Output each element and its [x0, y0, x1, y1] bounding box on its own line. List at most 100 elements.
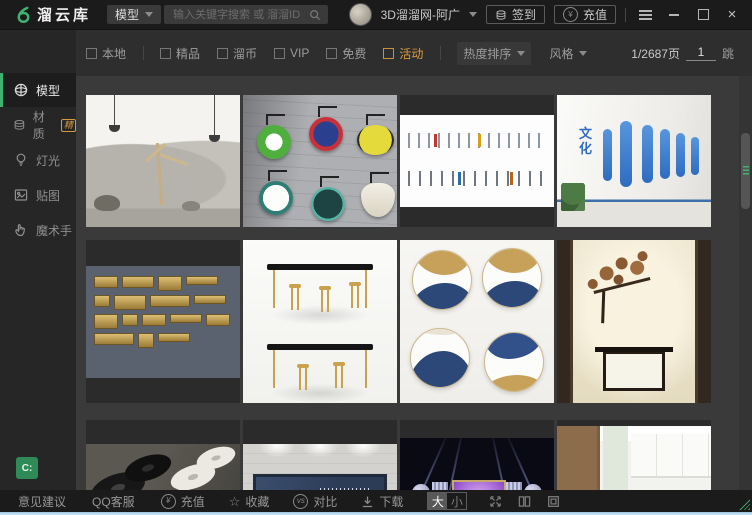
thumbnail-image — [557, 426, 711, 490]
page-jump-button[interactable]: 跳 — [722, 45, 734, 62]
decor — [691, 137, 699, 175]
recharge-label: 充值 — [583, 6, 607, 23]
qq-service-link[interactable]: QQ客服 — [92, 493, 135, 510]
checkbox[interactable] — [274, 48, 285, 59]
sidebar-item-magic-hand[interactable]: 魔术手 — [0, 213, 76, 247]
decor — [138, 333, 154, 348]
caret-down-icon — [579, 51, 587, 56]
filter-coin[interactable]: 溜币 — [217, 45, 257, 62]
filter-label: VIP — [290, 46, 309, 60]
checkbox[interactable] — [86, 48, 97, 59]
user-caret-down-icon[interactable] — [469, 12, 477, 17]
decor — [412, 250, 472, 310]
resize-grip[interactable] — [739, 499, 750, 510]
expand-button[interactable] — [487, 493, 503, 509]
checkbox[interactable] — [160, 48, 171, 59]
model-card-disc-props[interactable] — [86, 420, 240, 490]
decor — [458, 172, 461, 185]
download-action[interactable]: 下载 — [361, 493, 403, 510]
decor — [660, 129, 670, 179]
close-button[interactable]: × — [722, 4, 742, 26]
decor — [257, 125, 291, 159]
avatar[interactable] — [349, 3, 372, 26]
checkbox[interactable] — [217, 48, 228, 59]
sort-label: 热度排序 — [463, 45, 511, 62]
sidebar-item-label: 魔术手 — [36, 222, 72, 239]
drive-badge[interactable]: C: — [16, 457, 38, 479]
model-card-kitchen[interactable] — [557, 420, 711, 490]
model-card-culture-wall[interactable]: 文化 — [557, 95, 711, 227]
model-grid-area: 文化 — [76, 76, 752, 490]
sidebar-item-material[interactable]: 材质 精 — [0, 108, 76, 142]
page-jump-input[interactable] — [686, 45, 716, 61]
model-card-round-wall-art[interactable] — [400, 240, 554, 403]
frame-icon — [547, 495, 560, 508]
model-card-stage[interactable] — [400, 420, 554, 490]
recharge-action[interactable]: ¥ 充值 — [161, 493, 205, 510]
menu-button[interactable] — [635, 4, 655, 26]
app-window: 溜云库 模型 3D溜溜网-阿广 签到 ¥ — [0, 0, 752, 515]
filter-activity[interactable]: 活动 — [383, 45, 423, 62]
model-card-console-table[interactable] — [557, 240, 711, 403]
thumbnail-image — [86, 95, 240, 227]
decor — [601, 347, 667, 391]
maximize-button[interactable] — [693, 4, 713, 26]
search-box[interactable] — [164, 5, 328, 24]
sidebar-item-texture[interactable]: 贴图 — [0, 178, 76, 212]
checkbox[interactable] — [326, 48, 337, 59]
scrollbar-track[interactable] — [739, 76, 752, 490]
username[interactable]: 3D溜溜网-阿广 — [381, 6, 460, 23]
decor — [253, 474, 387, 490]
grid-row — [86, 420, 711, 490]
minimize-icon — [669, 14, 679, 16]
model-card-shop-signs[interactable] — [243, 95, 397, 227]
thumbnail-image — [400, 115, 554, 207]
feedback-link[interactable]: 意见建议 — [18, 493, 66, 510]
texture-image-icon — [13, 187, 29, 203]
decor — [214, 95, 215, 135]
thumbnail-image — [243, 95, 397, 227]
minimize-button[interactable] — [664, 4, 684, 26]
recharge-button[interactable]: ¥ 充值 — [554, 5, 616, 24]
filter-free[interactable]: 免费 — [326, 45, 366, 62]
decor — [267, 264, 373, 270]
recharge-action-label: 充值 — [181, 493, 205, 510]
compare-action[interactable]: vs 对比 — [293, 493, 337, 510]
filter-local[interactable]: 本地 — [86, 45, 126, 62]
sort-dropdown[interactable]: 热度排序 — [457, 42, 531, 65]
decor — [593, 277, 650, 294]
search-input[interactable] — [171, 8, 305, 22]
sidebar-item-light[interactable]: 灯光 — [0, 143, 76, 177]
decor — [267, 344, 373, 350]
decor — [676, 133, 685, 177]
signin-button[interactable]: 签到 — [486, 5, 545, 24]
decor — [510, 172, 513, 185]
size-small-button[interactable]: 小 — [447, 493, 466, 509]
decor — [122, 276, 154, 288]
fit-frame-button[interactable] — [545, 493, 561, 509]
checkbox[interactable] — [383, 48, 394, 59]
decor — [452, 480, 506, 490]
model-card-bar-table[interactable] — [243, 240, 397, 403]
filter-premium[interactable]: 精品 — [160, 45, 200, 62]
bottom-bar: 意见建议 QQ客服 ¥ 充值 ☆ 收藏 vs 对比 下载 大 小 — [0, 490, 752, 512]
favorite-action[interactable]: ☆ 收藏 — [229, 493, 270, 510]
sidebar-item-model[interactable]: 模型 — [0, 73, 76, 107]
split-view-button[interactable] — [516, 493, 532, 509]
model-card-people-cutouts[interactable] — [400, 95, 554, 227]
decor — [506, 482, 522, 490]
divider — [143, 46, 144, 60]
category-dropdown[interactable]: 模型 — [107, 5, 161, 24]
size-large-button[interactable]: 大 — [428, 493, 447, 509]
title-bar: 溜云库 模型 3D溜溜网-阿广 签到 ¥ — [0, 0, 752, 30]
page-indicator: 1/2687页 — [631, 45, 680, 62]
decor — [603, 129, 612, 181]
model-card-zen-rockery[interactable] — [86, 95, 240, 227]
style-dropdown[interactable]: 风格 — [549, 45, 587, 62]
filter-vip[interactable]: VIP — [274, 46, 309, 60]
scrollbar-thumb[interactable] — [741, 133, 750, 209]
decor — [333, 362, 345, 366]
model-cube-icon — [13, 82, 29, 98]
model-card-gold-ornaments[interactable] — [86, 240, 240, 403]
model-card-mural-backdrop[interactable] — [243, 420, 397, 490]
